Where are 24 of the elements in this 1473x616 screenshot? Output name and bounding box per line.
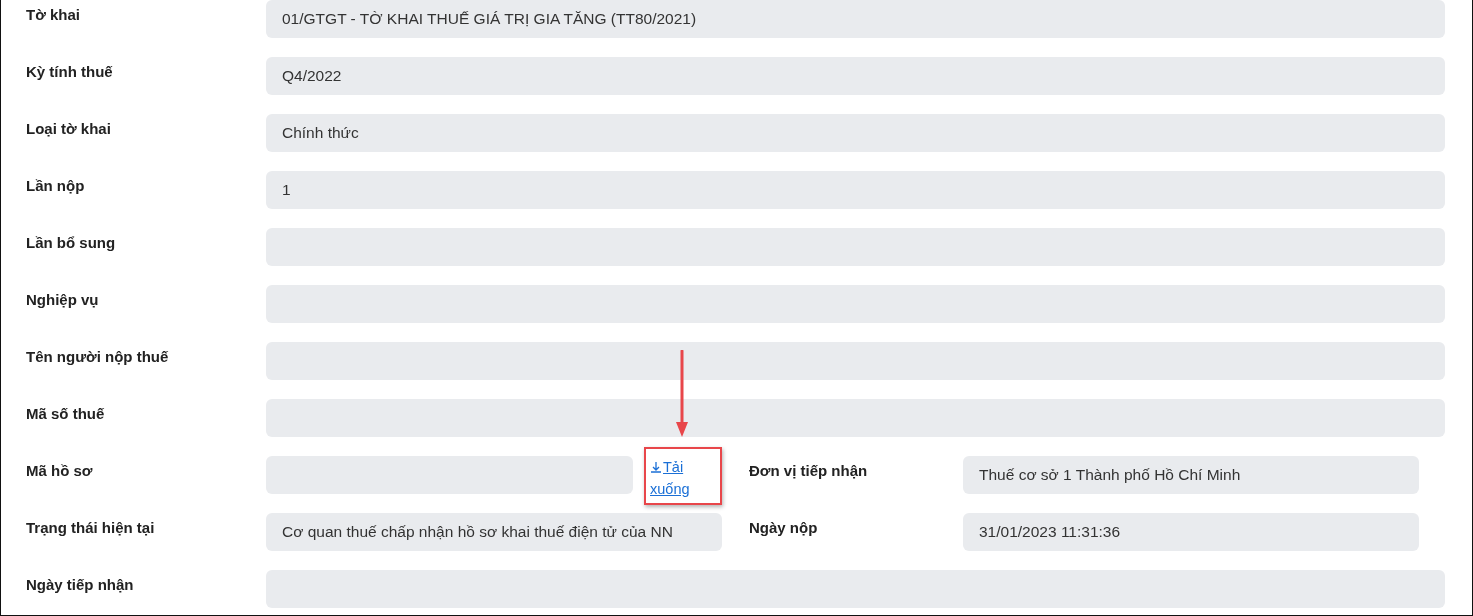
field-label: Mã hồ sơ: [25, 461, 94, 479]
field-label: Loại tờ khai: [25, 119, 112, 137]
field-label: Ngày tiếp nhận: [25, 575, 135, 593]
input-field[interactable]: [266, 342, 1445, 380]
input-field[interactable]: [266, 399, 1445, 437]
field-label: Tên người nộp thuế: [25, 347, 170, 365]
input-field[interactable]: 1: [266, 171, 1445, 209]
download-link[interactable]: Tải xuống: [650, 456, 698, 500]
field-label: Lần bổ sung: [25, 233, 117, 251]
input-field[interactable]: Chính thức: [266, 114, 1445, 152]
field-label: Ngày nộp: [748, 518, 819, 536]
field-label: Đơn vị tiếp nhận: [748, 461, 869, 479]
input-field[interactable]: Cơ quan thuế chấp nhận hồ sơ khai thuế điện tử của NN: [266, 513, 722, 551]
input-field[interactable]: Q4/2022: [266, 57, 1445, 95]
input-field[interactable]: 31/01/2023 11:31:36: [963, 513, 1419, 551]
field-label: Nghiệp vụ: [25, 290, 100, 308]
input-field[interactable]: Thuế cơ sở 1 Thành phố Hồ Chí Minh: [963, 456, 1419, 494]
download-icon: [650, 461, 662, 473]
field-label: Trạng thái hiện tại: [25, 518, 156, 536]
field-label: Kỳ tính thuế: [25, 62, 114, 80]
field-label: Tờ khai: [25, 5, 81, 23]
field-label: Mã số thuế: [25, 404, 106, 422]
field-label: Lần nộp: [25, 176, 86, 194]
input-field[interactable]: 01/GTGT - TỜ KHAI THUẾ GIÁ TRỊ GIA TĂNG (TT80/2021): [266, 0, 1445, 38]
